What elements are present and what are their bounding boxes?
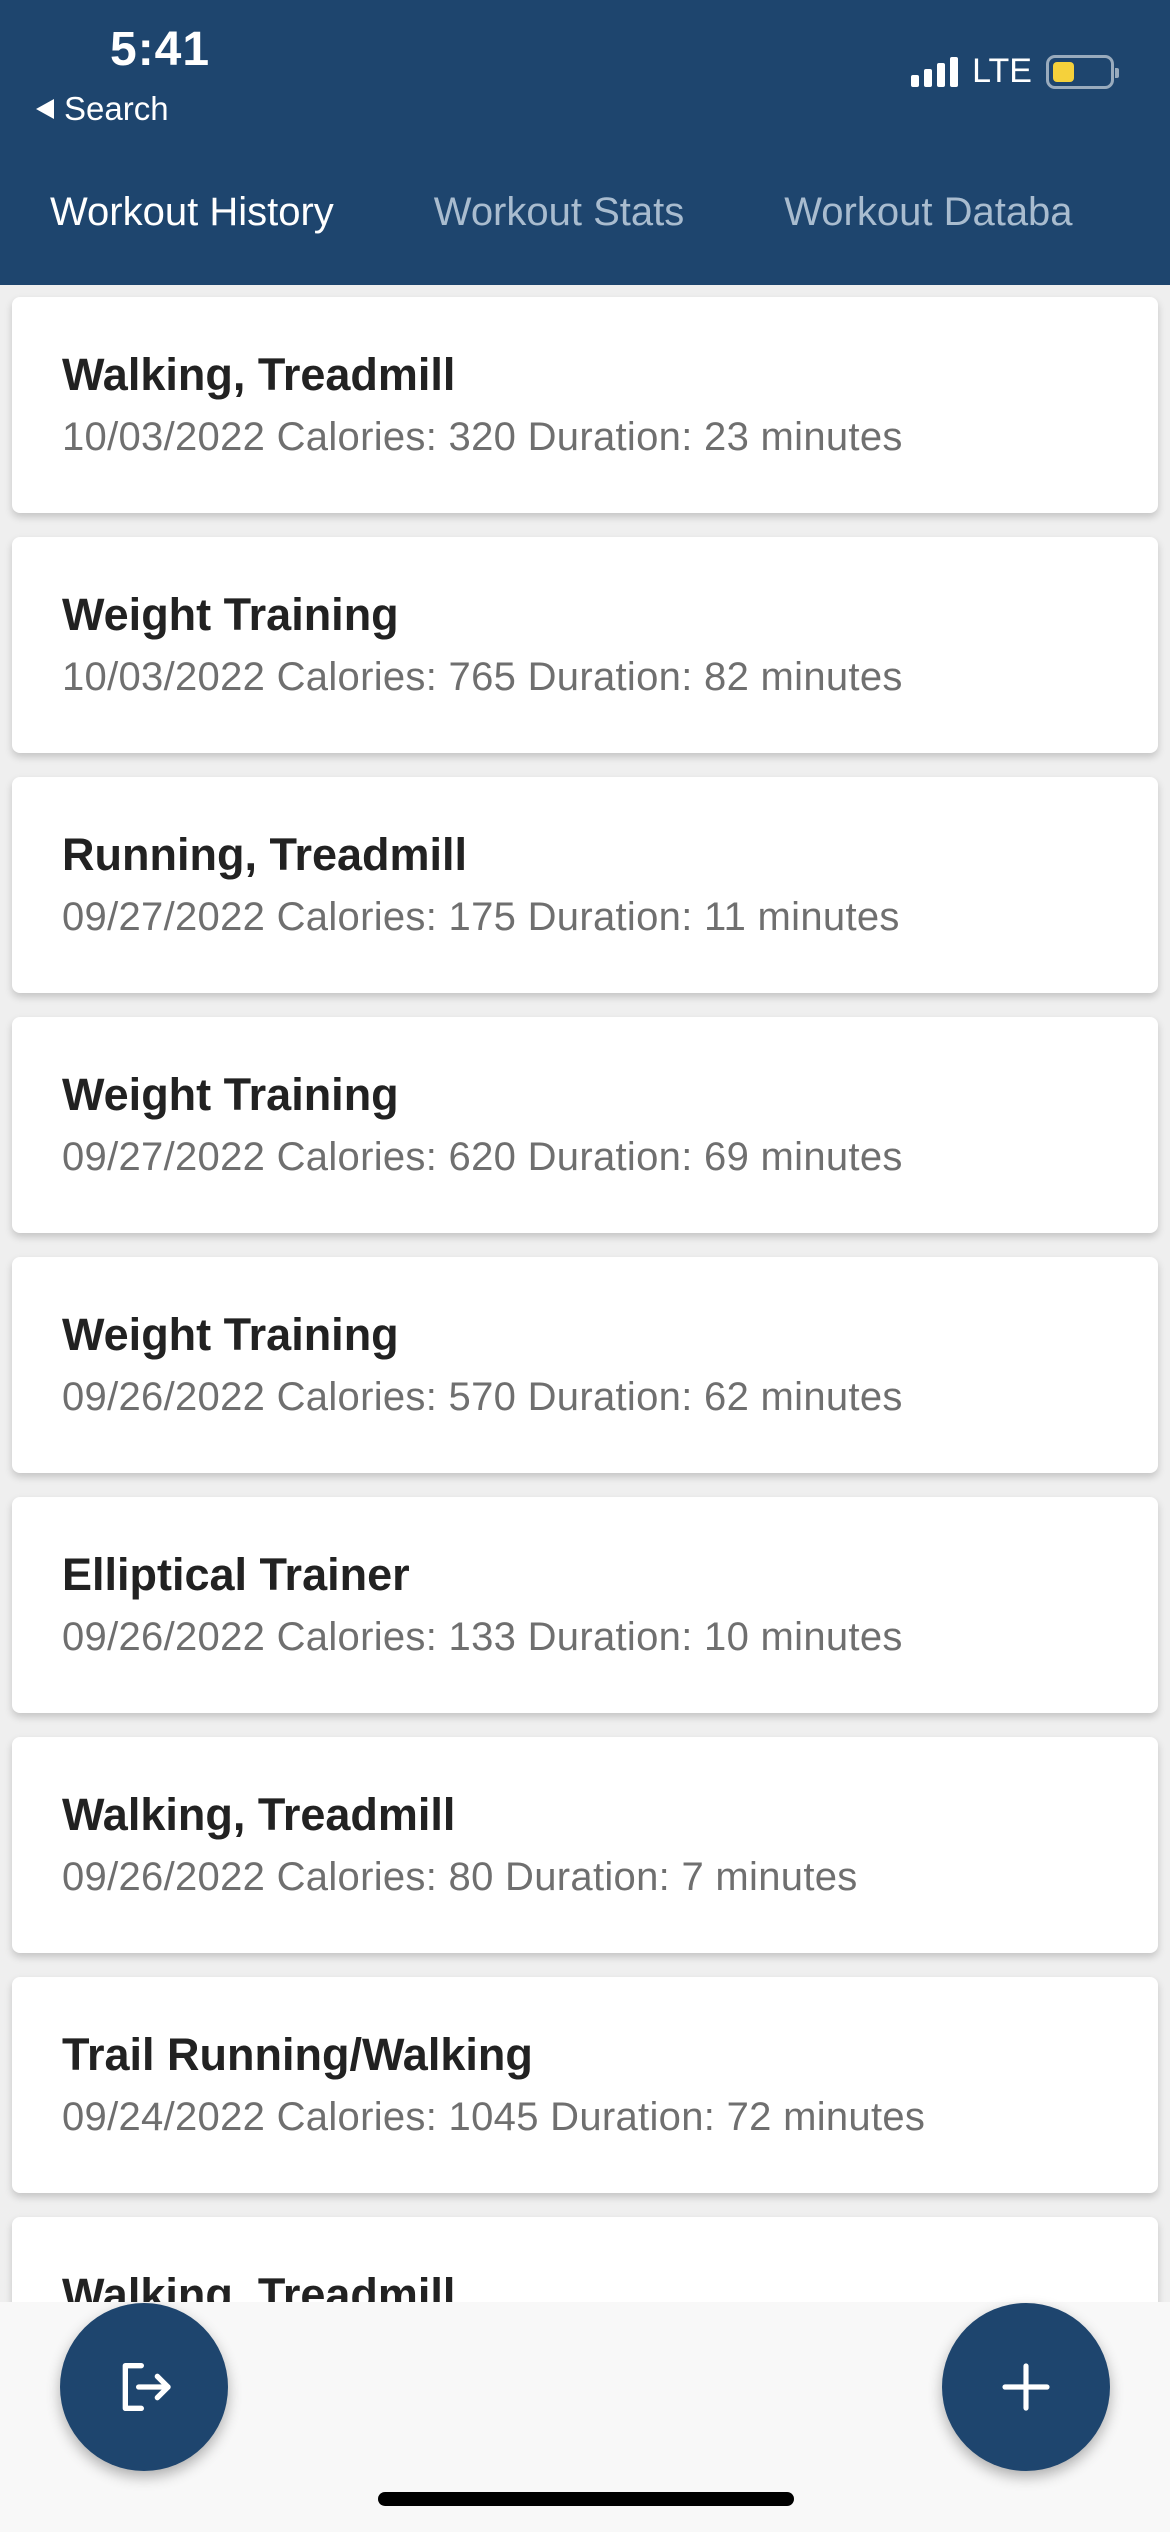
workout-details: 10/03/2022 Calories: 765 Duration: 82 mi… bbox=[62, 655, 903, 699]
add-workout-button[interactable] bbox=[942, 2303, 1110, 2471]
workout-details: 09/24/2022 Calories: 1045 Duration: 72 m… bbox=[62, 2095, 926, 2139]
workout-title: Elliptical Trainer bbox=[62, 1549, 410, 1600]
workout-title: Walking, Treadmill bbox=[62, 1789, 456, 1840]
workout-card[interactable]: Running, Treadmill 09/27/2022 Calories: … bbox=[12, 777, 1158, 993]
workout-details: 09/26/2022 Calories: 570 Duration: 62 mi… bbox=[62, 1375, 903, 1419]
status-time: 5:41 bbox=[110, 23, 211, 76]
battery-icon bbox=[1046, 54, 1119, 89]
workout-card[interactable]: Walking, Treadmill 09/26/2022 Calories: … bbox=[12, 1737, 1158, 1953]
workout-title: Trail Running/Walking bbox=[62, 2029, 533, 2080]
cellular-signal-icon bbox=[911, 56, 959, 87]
workout-title: Running, Treadmill bbox=[62, 829, 468, 880]
app-header: 5:41 Search LTE Workout History Workout … bbox=[0, 0, 1170, 285]
workout-title: Weight Training bbox=[62, 1069, 399, 1120]
logout-button[interactable] bbox=[60, 2303, 228, 2471]
back-to-search-link[interactable]: Search bbox=[36, 90, 169, 128]
workout-title: Walking, Treadmill bbox=[62, 349, 456, 400]
workout-card[interactable]: Trail Running/Walking 09/24/2022 Calorie… bbox=[12, 1977, 1158, 2193]
back-label: Search bbox=[64, 90, 169, 127]
workout-details: 10/03/2022 Calories: 320 Duration: 23 mi… bbox=[62, 415, 903, 459]
status-indicators: LTE bbox=[911, 52, 1119, 91]
workout-card[interactable]: Weight Training 10/03/2022 Calories: 765… bbox=[12, 537, 1158, 753]
back-arrow-icon bbox=[36, 99, 54, 119]
home-indicator bbox=[378, 2492, 794, 2506]
workout-details: 09/26/2022 Calories: 80 Duration: 7 minu… bbox=[62, 1855, 858, 1899]
workout-title: Walking, Treadmill bbox=[62, 2269, 456, 2302]
network-type: LTE bbox=[972, 52, 1032, 90]
workout-card[interactable]: Walking, Treadmill 10/03/2022 Calories: … bbox=[12, 297, 1158, 513]
plus-icon bbox=[1002, 2363, 1050, 2411]
tab-workout-database[interactable]: Workout Databa bbox=[734, 172, 1122, 285]
battery-level bbox=[1053, 61, 1074, 82]
workout-details: 09/27/2022 Calories: 175 Duration: 11 mi… bbox=[62, 895, 900, 939]
workout-title: Weight Training bbox=[62, 589, 399, 640]
tab-workout-stats[interactable]: Workout Stats bbox=[384, 172, 734, 285]
tab-workout-history[interactable]: Workout History bbox=[0, 172, 384, 285]
workout-details: 09/26/2022 Calories: 133 Duration: 10 mi… bbox=[62, 1615, 903, 1659]
workout-card[interactable]: Walking, Treadmill bbox=[12, 2217, 1158, 2302]
workout-details: 09/27/2022 Calories: 620 Duration: 69 mi… bbox=[62, 1135, 903, 1179]
logout-icon bbox=[122, 2363, 171, 2411]
workout-card[interactable]: Elliptical Trainer 09/26/2022 Calories: … bbox=[12, 1497, 1158, 1713]
workout-list[interactable]: Walking, Treadmill 10/03/2022 Calories: … bbox=[0, 285, 1170, 2302]
workout-title: Weight Training bbox=[62, 1309, 399, 1360]
workout-card[interactable]: Weight Training 09/26/2022 Calories: 570… bbox=[12, 1257, 1158, 1473]
workout-card[interactable]: Weight Training 09/27/2022 Calories: 620… bbox=[12, 1017, 1158, 1233]
tab-bar: Workout History Workout Stats Workout Da… bbox=[0, 172, 1170, 285]
